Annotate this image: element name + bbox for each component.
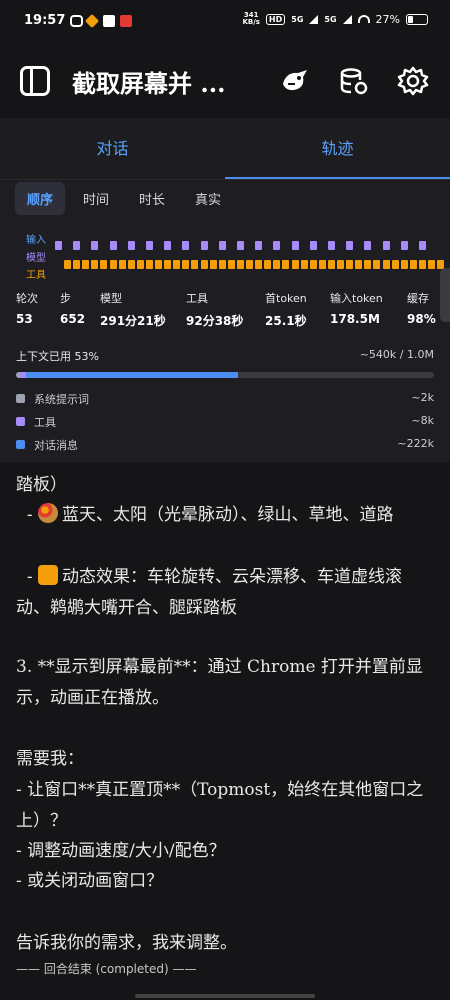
signal-5g-1: 5G: [291, 14, 304, 24]
lane-label-tool: 工具: [26, 270, 46, 281]
stat-value: 53: [16, 312, 33, 326]
stat-label: 缓存: [407, 292, 429, 305]
status-time: 19:57: [24, 13, 66, 28]
message-line: 踏板）: [16, 475, 67, 495]
app-bar: 截取屏幕并 ...: [0, 44, 450, 118]
message-text: 蓝天、太阳（光晕脉动）、绿山、草地、道路: [61, 505, 394, 525]
legend-value: ~8k: [411, 414, 434, 427]
stat-cache: 缓存 98%: [407, 290, 436, 326]
stat-value: 178.5M: [330, 312, 380, 326]
context-bar-messages: [26, 372, 238, 378]
main-tabs: 对话 轨迹: [0, 118, 450, 180]
stat-label: 步: [60, 292, 71, 305]
message-line: - 蓝天、太阳（光晕脉动）、绿山、草地、道路: [16, 500, 434, 531]
message-line: 告诉我你的需求，我来调整。: [16, 933, 237, 953]
message-line: - 调整动画速度/大小/配色？: [16, 841, 226, 861]
stat-value: 92分38秒: [186, 314, 244, 328]
stat-label: 模型: [100, 292, 122, 305]
trace-subtabs: 顺序 时间 时长 真实: [15, 182, 233, 215]
subtab-time[interactable]: 时间: [71, 182, 121, 215]
page-title: 截取屏幕并 ...: [72, 69, 226, 98]
hd-badge: HD: [265, 13, 286, 25]
legend-value: ~2k: [411, 391, 434, 404]
legend-dot: [16, 440, 25, 449]
ai-assistant-icon[interactable]: [278, 64, 312, 98]
signal-bars-icon-2: [342, 14, 352, 24]
database-settings-icon[interactable]: [336, 64, 370, 98]
battery-percent: 27%: [375, 12, 400, 26]
legend-value: ~222k: [397, 437, 434, 450]
signal-bars-icon: [309, 14, 319, 24]
stat-value: 291分21秒: [100, 314, 166, 328]
notification-icon: [70, 15, 83, 27]
chat-messages: 踏板） - 蓝天、太阳（光晕脉动）、绿山、草地、道路 - 动态效果：车轮旋转、云…: [0, 462, 450, 1000]
message-indent: -: [16, 505, 38, 525]
legend-dot: [16, 394, 25, 403]
context-total: ~540k / 1.0M: [359, 348, 434, 361]
legend-label: 工具: [34, 416, 56, 429]
message-line: - 或关闭动画窗口？: [16, 871, 164, 891]
stat-value: 25.1秒: [265, 314, 307, 328]
message-line: - 动态效果：车轮旋转、云朵漂移、车道虚线滚动、鹈鹕大嘴开合、腿踩踏板: [16, 562, 434, 624]
subtab-duration[interactable]: 时长: [127, 182, 177, 215]
message-line: 需要我：: [16, 749, 84, 769]
stat-rounds: 轮次 53: [16, 290, 38, 326]
subtab-order[interactable]: 顺序: [15, 182, 66, 215]
message-text: 动态效果：车轮旋转、云朵漂移、车道虚线滚动、鹈鹕大嘴开合、腿踩踏板: [16, 567, 402, 618]
stat-input-token: 输入token 178.5M: [330, 290, 383, 326]
status-bar: 19:57 341 KB/s HD 5G 5G 27%: [0, 0, 450, 44]
tab-chat[interactable]: 对话: [0, 118, 225, 180]
home-indicator[interactable]: [135, 994, 315, 998]
palette-icon: [37, 503, 58, 523]
legend-label: 对话消息: [34, 439, 78, 452]
message-line: - 让窗口**真正置顶**（Topmost，始终在其他窗口之上）？: [16, 780, 424, 831]
heart-app-icon: [84, 13, 100, 29]
stat-value: 98%: [407, 312, 436, 326]
red-app-icon: [120, 15, 132, 27]
legend-dot: [16, 417, 25, 426]
timeline-scroll-handle[interactable]: [440, 268, 450, 322]
stat-tool-time: 工具 92分38秒: [186, 290, 243, 329]
message-indent: -: [16, 567, 38, 587]
message-line: 3. **显示到屏幕最前**：通过 Chrome 打开并置前显示，动画正在播放。: [16, 657, 423, 708]
context-label: 上下文已用 53%: [16, 350, 99, 363]
stat-first-token: 首token 25.1秒: [265, 290, 307, 329]
lane-label-input: 输入: [26, 235, 46, 246]
square-app-icon: [103, 15, 115, 27]
stat-label: 工具: [186, 292, 208, 305]
battery-icon: [406, 13, 428, 25]
status-right: 341 KB/s HD 5G 5G 27%: [242, 12, 428, 26]
signal-5g-2: 5G: [324, 14, 337, 24]
gear-icon[interactable]: [396, 64, 430, 98]
turn-end-marker: —— 回合结束 (completed) ——: [16, 962, 197, 976]
net-speed-unit: KB/s: [242, 18, 260, 26]
stat-steps: 步 652: [60, 290, 85, 326]
play-pause-icon: [37, 565, 58, 585]
stat-value: 652: [60, 312, 86, 326]
wifi-icon: [357, 15, 370, 23]
stat-model-time: 模型 291分21秒: [100, 290, 166, 329]
lane-label-model: 模型: [26, 253, 46, 264]
subtab-real[interactable]: 真实: [183, 182, 233, 215]
context-bar-tools: [19, 372, 26, 378]
tab-trace[interactable]: 轨迹: [225, 118, 450, 180]
stat-label: 轮次: [16, 292, 38, 305]
net-speed: 341 KB/s: [242, 12, 259, 26]
stat-label: 输入token: [330, 292, 383, 305]
sidebar-icon[interactable]: [20, 66, 50, 96]
context-bar: [16, 372, 434, 378]
legend-label: 系统提示词: [34, 393, 89, 406]
stat-label: 首token: [265, 292, 307, 305]
